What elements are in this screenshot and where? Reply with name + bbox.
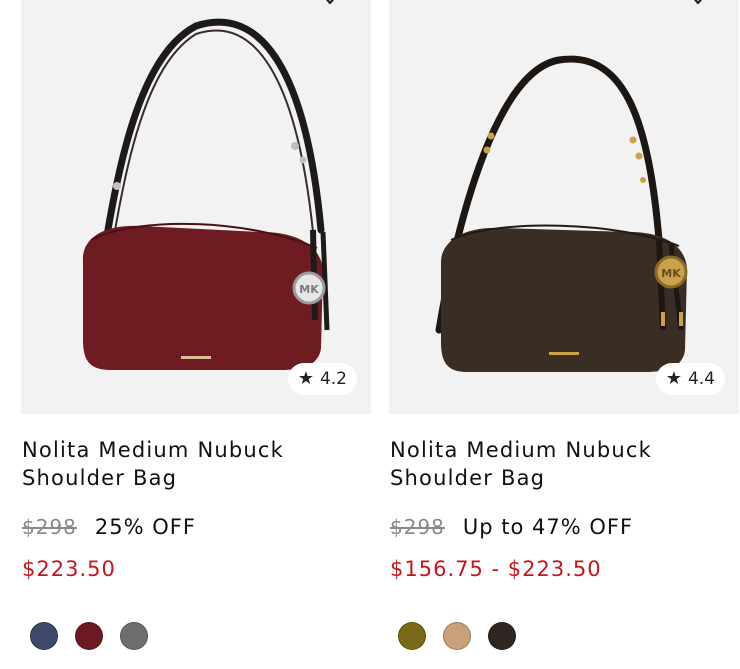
original-price: $298 (390, 515, 445, 539)
product-title[interactable]: Nolita Medium Nubuck Shoulder Bag (22, 436, 362, 492)
star-icon: ★ (297, 368, 314, 389)
color-swatch-merlot[interactable] (75, 622, 103, 650)
discount-label: Up to 47% OFF (462, 515, 634, 539)
product-card[interactable]: MK ★ 4.2 Nolita Medium Nubuck Shoulder B… (21, 0, 371, 669)
rating-value: 4.4 (687, 369, 715, 389)
price-row: $298 25% OFF (22, 515, 196, 539)
product-image[interactable]: MK (21, 0, 371, 414)
original-price: $298 (22, 515, 77, 539)
product-image-container[interactable]: MK ★ 4.2 (21, 0, 371, 414)
rating-value: 4.2 (319, 369, 347, 389)
sale-price: $156.75 - $223.50 (390, 557, 602, 581)
color-swatch-navy[interactable] (30, 622, 58, 650)
product-image-container[interactable]: MK ★ 4.4 (389, 0, 739, 414)
svg-text:MK: MK (661, 267, 681, 280)
color-swatch-gray[interactable] (120, 622, 148, 650)
color-swatches (30, 622, 148, 650)
sale-price: $223.50 (22, 557, 116, 581)
color-swatches (398, 622, 516, 650)
star-icon: ★ (665, 368, 682, 389)
discount-label: 25% OFF (94, 515, 196, 539)
rating-badge: ★ 4.2 (287, 363, 357, 395)
bag-body-shape (441, 227, 687, 372)
product-title[interactable]: Nolita Medium Nubuck Shoulder Bag (390, 436, 730, 492)
color-swatch-olive[interactable] (398, 622, 426, 650)
color-swatch-camel[interactable] (443, 622, 471, 650)
product-card[interactable]: MK ★ 4.4 Nolita Medium Nubuck Shoulder B… (389, 0, 739, 669)
rating-badge: ★ 4.4 (655, 363, 725, 395)
color-swatch-chocolate[interactable] (488, 622, 516, 650)
svg-text:MK: MK (299, 283, 319, 296)
bag-body-shape (82, 225, 323, 370)
product-image[interactable]: MK (389, 0, 739, 414)
price-row: $298 Up to 47% OFF (390, 515, 633, 539)
